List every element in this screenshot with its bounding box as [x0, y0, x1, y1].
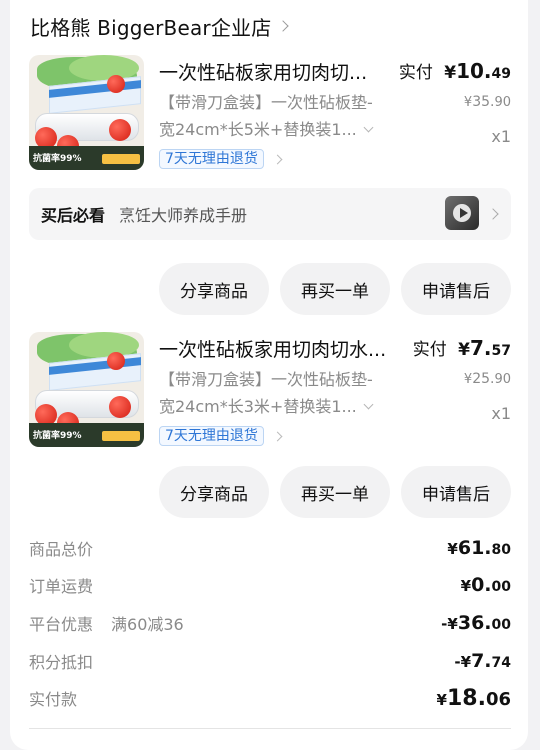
points-row: 积分抵扣 -¥7.74 — [29, 647, 511, 675]
original-price: ¥35.90 — [464, 94, 511, 110]
return-policy-tag[interactable]: 7天无理由退货 — [159, 148, 283, 170]
must-read-text: 烹饪大师养成手册 — [119, 206, 248, 225]
play-icon — [460, 208, 468, 218]
orig-dec: 90 — [494, 372, 511, 387]
paid-price: 实付 ¥10.49 — [399, 58, 511, 83]
shop-header[interactable]: 比格熊 BiggerBear企业店 — [30, 10, 290, 42]
paid-dec: 57 — [491, 343, 511, 359]
value-int: 18. — [446, 685, 486, 711]
currency-symbol: ¥ — [460, 653, 472, 671]
value-dec: 00 — [491, 579, 511, 595]
spec-line-2: 宽24cm*长3米+替换装1... — [159, 397, 357, 416]
value-int: 7. — [471, 650, 492, 672]
product-spec[interactable]: 【带滑刀盒装】一次性砧板垫- 宽24cm*长3米+替换装1... — [159, 366, 391, 420]
paid-total-label: 实付款 — [29, 690, 78, 709]
paid-price: 实付 ¥7.57 — [413, 335, 511, 360]
after-sale-button[interactable]: 申请售后 — [401, 263, 511, 315]
value-dec: 00 — [491, 617, 511, 633]
currency-symbol: ¥ — [463, 95, 473, 110]
goods-total-value: ¥61.80 — [447, 537, 511, 559]
currency-symbol: ¥ — [447, 540, 458, 558]
product-thumbnail[interactable]: 抗菌率99% — [29, 332, 144, 447]
currency-symbol: ¥ — [436, 690, 447, 709]
chevron-right-icon — [272, 154, 283, 164]
return-policy-label: 7天无理由退货 — [159, 149, 264, 169]
product-spec[interactable]: 【带滑刀盒装】一次性砧板垫- 宽24cm*长5米+替换装1... — [159, 89, 391, 143]
value-dec: 06 — [485, 688, 511, 710]
share-product-button[interactable]: 分享商品 — [159, 466, 269, 518]
chevron-down-icon — [363, 399, 374, 409]
spec-line-1: 【带滑刀盒装】一次性砧板垫- — [159, 370, 373, 389]
paid-int: 10. — [456, 59, 492, 83]
thumb-badge-text: 抗菌率99% — [33, 154, 82, 164]
paid-total-value: ¥18.06 — [437, 686, 511, 711]
value-int: 36. — [457, 612, 492, 634]
orig-int: 35. — [472, 94, 495, 110]
quantity: x1 — [491, 404, 511, 423]
currency-symbol: ¥ — [463, 372, 473, 387]
must-read-banner[interactable]: 买后必看 烹饪大师养成手册 — [29, 188, 511, 240]
shipping-value: ¥0.00 — [461, 574, 511, 596]
goods-total-row: 商品总价 ¥61.80 — [29, 534, 511, 562]
points-value: -¥7.74 — [454, 650, 511, 672]
chevron-right-icon — [277, 20, 290, 32]
divider — [29, 728, 511, 729]
product-thumbnail[interactable]: 抗菌率99% — [29, 55, 144, 170]
goods-total-label: 商品总价 — [29, 540, 94, 559]
value-int: 61. — [457, 537, 492, 559]
shop-name[interactable]: 比格熊 BiggerBear企业店 — [30, 12, 271, 41]
orig-dec: 90 — [494, 95, 511, 110]
quantity: x1 — [491, 127, 511, 146]
points-label: 积分抵扣 — [29, 653, 94, 672]
currency-symbol: ¥ — [460, 577, 472, 595]
chevron-right-icon — [487, 208, 499, 220]
rebuy-button[interactable]: 再买一单 — [280, 466, 390, 518]
orig-int: 25. — [472, 371, 495, 387]
value-dec: 74 — [491, 655, 511, 671]
paid-label: 实付 — [412, 340, 447, 360]
value-int: 0. — [471, 574, 492, 596]
spec-line-2: 宽24cm*长5米+替换装1... — [159, 120, 357, 139]
value-dec: 80 — [491, 542, 511, 558]
paid-label: 实付 — [398, 63, 433, 83]
paid-dec: 49 — [491, 66, 511, 82]
chevron-down-icon — [363, 122, 374, 132]
shipping-row: 订单运费 ¥0.00 — [29, 571, 511, 599]
platform-discount-value: -¥36.00 — [441, 612, 511, 634]
after-sale-button[interactable]: 申请售后 — [401, 466, 511, 518]
currency-symbol: ¥ — [458, 340, 470, 360]
rebuy-button[interactable]: 再买一单 — [280, 263, 390, 315]
chevron-right-icon — [272, 431, 283, 441]
spec-line-1: 【带滑刀盒装】一次性砧板垫- — [159, 93, 373, 112]
return-policy-label: 7天无理由退货 — [159, 426, 264, 446]
platform-discount-note: 满60减36 — [111, 615, 184, 634]
platform-discount-label: 平台优惠 — [29, 615, 94, 634]
product-title[interactable]: 一次性砧板家用切肉切... — [159, 58, 391, 85]
platform-discount-row[interactable]: 平台优惠 满60减36 -¥36.00 — [29, 609, 511, 637]
original-price: ¥25.90 — [464, 371, 511, 387]
paid-int: 7. — [470, 336, 492, 360]
shipping-label: 订单运费 — [29, 577, 94, 596]
must-read-label: 买后必看 — [41, 206, 106, 225]
thumb-badge-text: 抗菌率99% — [33, 431, 82, 441]
product-title[interactable]: 一次性砧板家用切肉切水... — [159, 335, 411, 362]
paid-total-row: 实付款 ¥18.06 — [29, 684, 511, 712]
share-product-button[interactable]: 分享商品 — [159, 263, 269, 315]
currency-symbol: ¥ — [444, 63, 457, 83]
video-thumbnail — [445, 196, 479, 230]
currency-symbol: ¥ — [447, 615, 458, 633]
return-policy-tag[interactable]: 7天无理由退货 — [159, 425, 283, 447]
